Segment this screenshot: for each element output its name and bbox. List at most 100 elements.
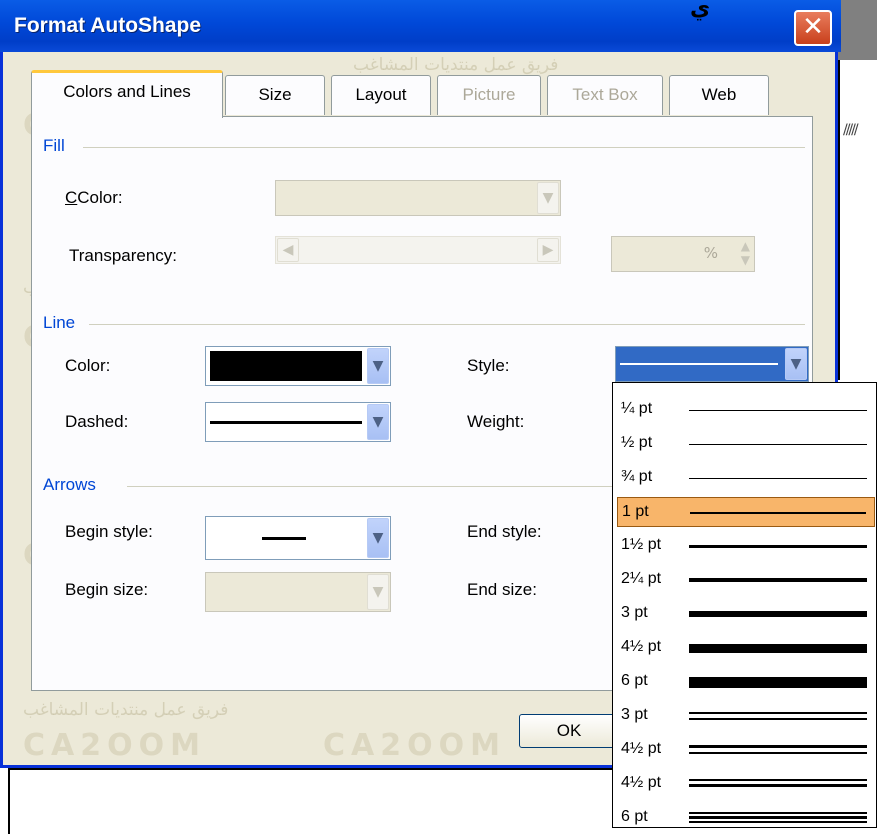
style-list-item-label: ½ pt: [621, 434, 653, 451]
style-dropdown-list[interactable]: ¼ pt ½ pt ¾ pt 1 pt 1½ pt 2¼ pt 3 pt 4½ pt 6 pt 3…: [612, 382, 877, 828]
background-hatch: /////: [843, 122, 859, 138]
style-list-item-label: ¾ pt: [621, 468, 653, 485]
tab-colors-and-lines[interactable]: Colors and Lines: [31, 70, 223, 118]
dashed-label: Dashed:: [65, 412, 129, 431]
style-list-item[interactable]: 6 pt: [617, 667, 875, 697]
document-border: [8, 768, 10, 834]
section-divider: [83, 147, 805, 148]
line-stroke: [689, 752, 867, 754]
dashed-dropdown[interactable]: ▼: [205, 402, 391, 442]
line-stroke: [689, 718, 867, 720]
line-stroke: [689, 712, 867, 714]
fill-section-title: Fill: [43, 136, 71, 156]
style-list-item[interactable]: 3 pt: [617, 599, 875, 629]
style-list-item-label: 3 pt: [621, 604, 648, 621]
line-stroke: [689, 821, 867, 823]
close-button[interactable]: ✕: [794, 10, 832, 46]
style-list-item[interactable]: ½ pt: [617, 429, 875, 459]
section-divider: [89, 324, 805, 325]
chevron-down-icon: ▼: [367, 404, 389, 440]
line-stroke: [689, 816, 867, 819]
arrows-section-title: Arrows: [43, 475, 102, 495]
begin-style-dropdown[interactable]: ▼: [205, 516, 391, 560]
line-weight-sample: [689, 545, 867, 548]
ok-button[interactable]: OK: [519, 714, 619, 748]
begin-style-label: Begin style:: [65, 522, 153, 541]
style-list-item-label: 4½ pt: [621, 638, 662, 655]
fill-color-label: CColor:: [65, 188, 123, 207]
tab-size[interactable]: Size: [225, 75, 325, 115]
line-weight-sample: [689, 677, 867, 688]
style-list-item-label: 1½ pt: [621, 536, 662, 553]
tab-picture[interactable]: Picture: [437, 75, 541, 115]
begin-size-dropdown[interactable]: ▼: [205, 572, 391, 612]
style-list-item[interactable]: ¾ pt: [617, 463, 875, 493]
style-label: Style:: [467, 356, 510, 375]
title-bar[interactable]: Format AutoShape ✕: [0, 0, 841, 52]
transparency-slider[interactable]: ◀ ▶: [275, 236, 561, 264]
style-list-item-label: 2¼ pt: [621, 570, 662, 587]
watermark-text: CA2OOM: [23, 728, 206, 763]
style-list-item[interactable]: 1½ pt: [617, 531, 875, 561]
line-weight-sample: [689, 701, 867, 731]
begin-style-sample: [262, 537, 306, 540]
line-weight-sample: [689, 644, 867, 653]
weight-label: Weight:: [467, 412, 525, 431]
style-list-item[interactable]: ¼ pt: [617, 395, 875, 425]
line-color-label: Color:: [65, 356, 111, 375]
arrow-left-icon[interactable]: ◀: [277, 238, 299, 262]
style-list-item[interactable]: 6 pt: [617, 803, 875, 833]
chevron-down-icon: ▼: [785, 348, 807, 380]
style-list-item-label: 4½ pt: [621, 740, 662, 757]
close-icon: ✕: [802, 12, 824, 42]
style-list-item[interactable]: 1 pt: [617, 497, 875, 527]
spin-icon[interactable]: ▲ ▼: [741, 239, 750, 267]
style-list-item[interactable]: 4½ pt: [617, 735, 875, 765]
style-list-item-label: 4½ pt: [621, 774, 662, 791]
style-list-item-label: 6 pt: [621, 808, 648, 825]
line-color-dropdown[interactable]: ▼: [205, 346, 391, 386]
end-style-label: End style:: [467, 522, 542, 541]
section-divider: [127, 486, 627, 487]
line-weight-sample: [689, 769, 867, 799]
fill-color-label-text: Color:: [77, 188, 123, 207]
watermark-text: CA2OOM: [323, 728, 506, 763]
style-list-item-label: 6 pt: [621, 672, 648, 689]
background-document: [838, 0, 877, 60]
tab-text-box[interactable]: Text Box: [547, 75, 663, 115]
end-size-label: End size:: [467, 580, 537, 599]
tab-layout[interactable]: Layout: [331, 75, 431, 115]
style-dropdown[interactable]: ▼: [615, 346, 809, 382]
transparency-spinner[interactable]: % ▲ ▼: [611, 236, 755, 272]
transparency-value: %: [703, 244, 718, 262]
line-stroke: [689, 779, 867, 781]
chevron-down-icon: ▼: [367, 348, 389, 384]
style-list-item-label: 1 pt: [622, 503, 649, 520]
line-stroke: [689, 745, 867, 748]
dashed-sample: [210, 421, 362, 424]
style-list-item-label: ¼ pt: [621, 400, 653, 417]
chevron-down-icon: ▼: [367, 518, 389, 558]
watermark-text: فريق عمل منتديات المشاغب: [23, 700, 229, 720]
line-section-title: Line: [43, 313, 82, 333]
arrow-right-icon[interactable]: ▶: [537, 238, 559, 262]
window-title: Format AutoShape: [14, 14, 202, 37]
style-list-item[interactable]: 4½ pt: [617, 633, 875, 663]
watermark-text: فريق عمل منتديات المشاغب: [353, 55, 559, 75]
style-list-item[interactable]: 4½ pt: [617, 769, 875, 799]
line-color-swatch: [210, 351, 362, 381]
chevron-down-icon: ▼: [537, 182, 559, 214]
style-list-item[interactable]: 3 pt: [617, 701, 875, 731]
line-weight-sample: [689, 444, 867, 445]
fill-color-dropdown[interactable]: ▼: [275, 180, 561, 216]
transparency-label: Transparency:: [69, 246, 178, 265]
tab-web[interactable]: Web: [669, 75, 769, 115]
begin-size-label: Begin size:: [65, 580, 149, 599]
style-sample: [620, 363, 778, 365]
line-weight-sample: [690, 512, 866, 514]
line-weight-sample: [689, 611, 867, 617]
line-weight-sample: [689, 803, 867, 833]
line-stroke: [689, 812, 867, 814]
style-list-item[interactable]: 2¼ pt: [617, 565, 875, 595]
line-weight-sample: [689, 410, 867, 411]
